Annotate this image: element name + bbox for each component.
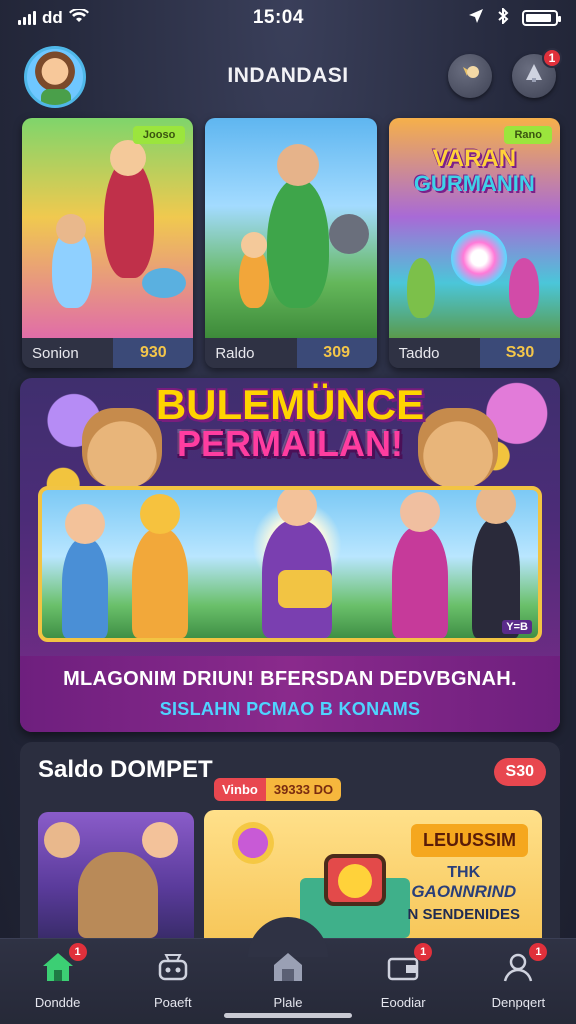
coin-bell-icon [458,61,482,91]
game-card[interactable]: Raldo 309 [205,118,377,368]
wallet-chip-label: Vinbo [214,778,266,801]
game-card-art: VARAN GURMANIN [388,118,560,338]
nav-item-profile[interactable]: 1 Denpqert [461,939,576,1024]
promo-title-line2: PERMAILAN! [177,423,403,464]
promo-title-line1: BULEMÜNCE [155,381,425,428]
wallet-balance-badge[interactable]: S30 [493,758,546,786]
game-card-logo: VARAN GURMANIN [399,146,550,196]
wallet-game-thumbnail[interactable] [38,812,194,938]
promo-caption-line1: MLAGONIM DRIUN! BFERSDAN DEDVBGNAH. [63,668,517,690]
game-card[interactable]: VARAN GURMANIN Rano Taddo S30 [388,118,560,368]
location-icon [468,8,484,29]
game-card-price: S30 [479,338,560,368]
status-bar: dd 15:04 [0,0,576,36]
store-icon [269,949,307,985]
game-card-footer: Raldo 309 [205,338,377,368]
promo-caption: MLAGONIM DRIUN! BFERSDAN DEDVBGNAH. SISL… [20,656,560,732]
nav-badge: 1 [529,943,548,961]
nav-item-home[interactable]: 1 Dondde [0,939,115,1024]
promo-illustration: Y=B [38,486,542,642]
game-card-label: Sonion [32,344,79,362]
bluetooth-icon [496,6,510,29]
nav-label: Plale [273,995,303,1010]
nav-label: Eoodiar [380,995,426,1010]
wallet-title: Saldo DOMPET [38,756,213,783]
wallet-promo-line1: THK [447,864,481,881]
gamepad-icon [154,949,192,985]
promo-banner[interactable]: BULEMÜNCE PERMAILAN! Y=B MLAGONIM DRIUN!… [20,378,560,732]
app-header: INDANDASI 1 [0,44,576,112]
wifi-icon [68,7,89,28]
nav-badge: 1 [68,943,87,961]
bottom-nav: 1 Dondde Poaeft Plale 1 Eoodiar 1 Denpqe… [0,917,576,1024]
home-icon: 1 [39,943,87,985]
home-indicator [224,1013,352,1018]
game-card-price: 309 [296,338,377,368]
promo-corner-tag: Y=B [502,620,532,634]
wallet-icon: 1 [384,943,433,985]
wallet-promo-text: THK GAONNRIND N SENDENIDES [407,864,520,923]
game-card-logo-line2: GURMANIN [413,171,535,197]
wallet-section: Saldo DOMPET Vinbo 39333 DO S30 LEUUSSIM… [20,742,560,938]
profile-icon: 1 [499,943,548,985]
game-card-label: Taddo [398,344,440,362]
battery-icon [521,10,561,26]
game-card-price: 930 [113,338,194,368]
status-left: dd [18,7,89,28]
nav-label: Dondde [34,995,81,1010]
coin-bell-button[interactable] [448,54,492,98]
wallet-promo-card[interactable]: LEUUSSIM THK GAONNRIND N SENDENIDES [204,810,542,938]
nav-label: Poaeft [154,995,192,1010]
promo-caption-line2: SISLAHN PCMAO B KONAMS [159,699,421,719]
game-card-tag: Rano [504,126,552,144]
nav-item-store[interactable]: Plale [230,939,345,1024]
game-card-art [22,118,194,338]
notification-icon [523,62,545,90]
game-card[interactable]: Jooso Sonion 930 [22,118,194,368]
treasure-chest-icon [300,846,410,938]
notification-button[interactable]: 1 [512,48,562,98]
nav-item-wallet[interactable]: 1 Eoodiar [346,939,461,1024]
game-card-art [205,118,377,338]
wallet-promo-headline: LEUUSSIM [410,824,528,857]
wallet-promo-icon [232,822,274,864]
game-card-footer: Sonion 930 [22,338,194,368]
promo-title: BULEMÜNCE PERMAILAN! [20,384,560,462]
game-card-logo-line1: VARAN [432,145,517,172]
notification-badge: 1 [542,48,562,68]
game-card-label: Raldo [215,344,255,362]
status-time: 15:04 [252,7,304,28]
wallet-chip-value: 39333 DO [265,778,342,801]
wallet-chip[interactable]: Vinbo 39333 DO [214,778,342,801]
nav-item-games[interactable]: Poaeft [115,939,230,1024]
game-cards: Jooso Sonion 930 Raldo 309 VARAN GURMANI… [22,118,560,368]
signal-icon [18,11,36,25]
wallet-promo-line3: N SENDENIDES [407,905,520,923]
carrier-name: dd [42,8,63,27]
battery-fill [525,14,552,22]
nav-label: Denpqert [491,995,546,1010]
wallet-promo-line2: GAONNRIND [411,882,517,902]
status-right [468,6,561,29]
nav-badge: 1 [414,943,433,961]
game-card-footer: Taddo S30 [388,338,560,368]
game-card-tag: Jooso [132,126,186,144]
